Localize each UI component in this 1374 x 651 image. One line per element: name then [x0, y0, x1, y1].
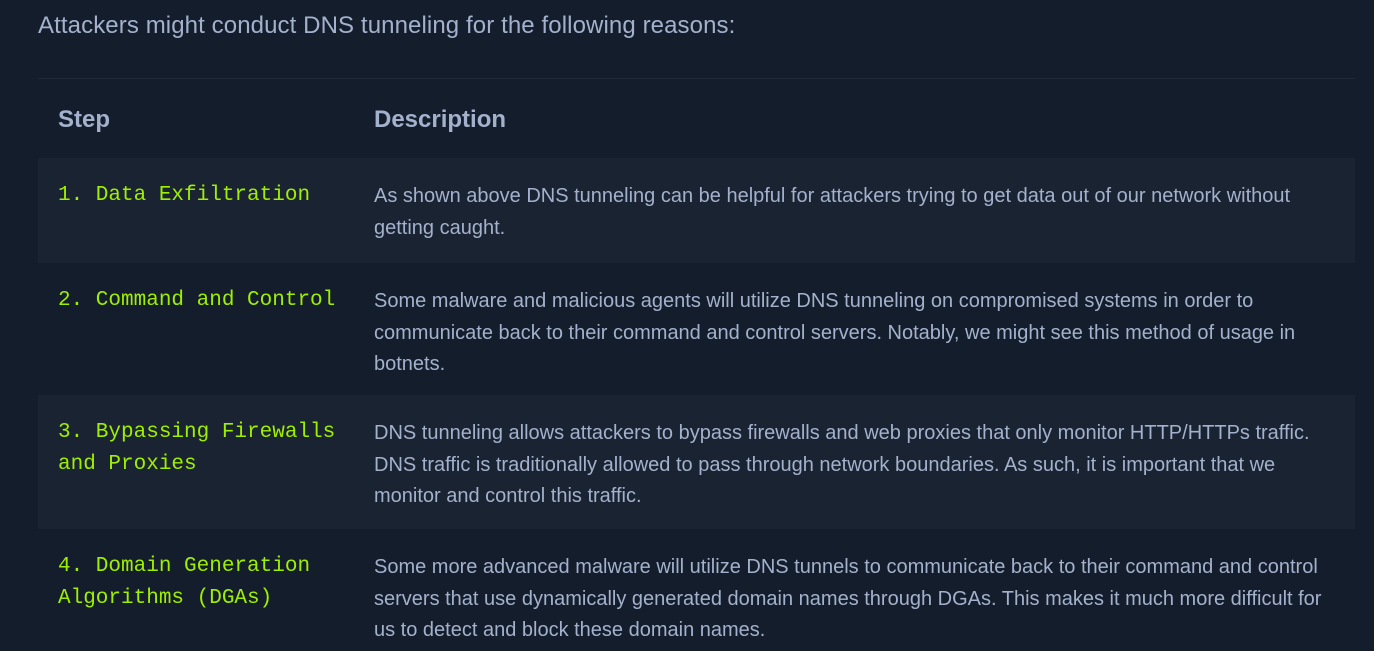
- step-cell: 2. Command and Control: [38, 263, 374, 395]
- step-cell: 4. Domain Generation Algorithms (DGAs): [38, 529, 374, 651]
- description-cell: Some malware and malicious agents will u…: [374, 263, 1355, 395]
- intro-paragraph: Attackers might conduct DNS tunneling fo…: [38, 12, 736, 39]
- step-cell: 1. Data Exfiltration: [38, 158, 374, 263]
- table-row: 4. Domain Generation Algorithms (DGAs) S…: [38, 529, 1355, 651]
- description-cell: Some more advanced malware will utilize …: [374, 529, 1355, 651]
- table-row: 3. Bypassing Firewalls and Proxies DNS t…: [38, 395, 1355, 529]
- header-step: Step: [58, 105, 111, 133]
- table-row: 2. Command and Control Some malware and …: [38, 263, 1355, 395]
- description-cell: DNS tunneling allows attackers to bypass…: [374, 395, 1355, 529]
- description-cell: As shown above DNS tunneling can be help…: [374, 158, 1355, 263]
- header-description: Description: [374, 105, 507, 133]
- table-header-row: Step Description: [38, 79, 1355, 158]
- reasons-table: Step Description 1. Data Exfiltration As…: [38, 78, 1355, 651]
- table-row: 1. Data Exfiltration As shown above DNS …: [38, 158, 1355, 263]
- step-cell: 3. Bypassing Firewalls and Proxies: [38, 395, 374, 529]
